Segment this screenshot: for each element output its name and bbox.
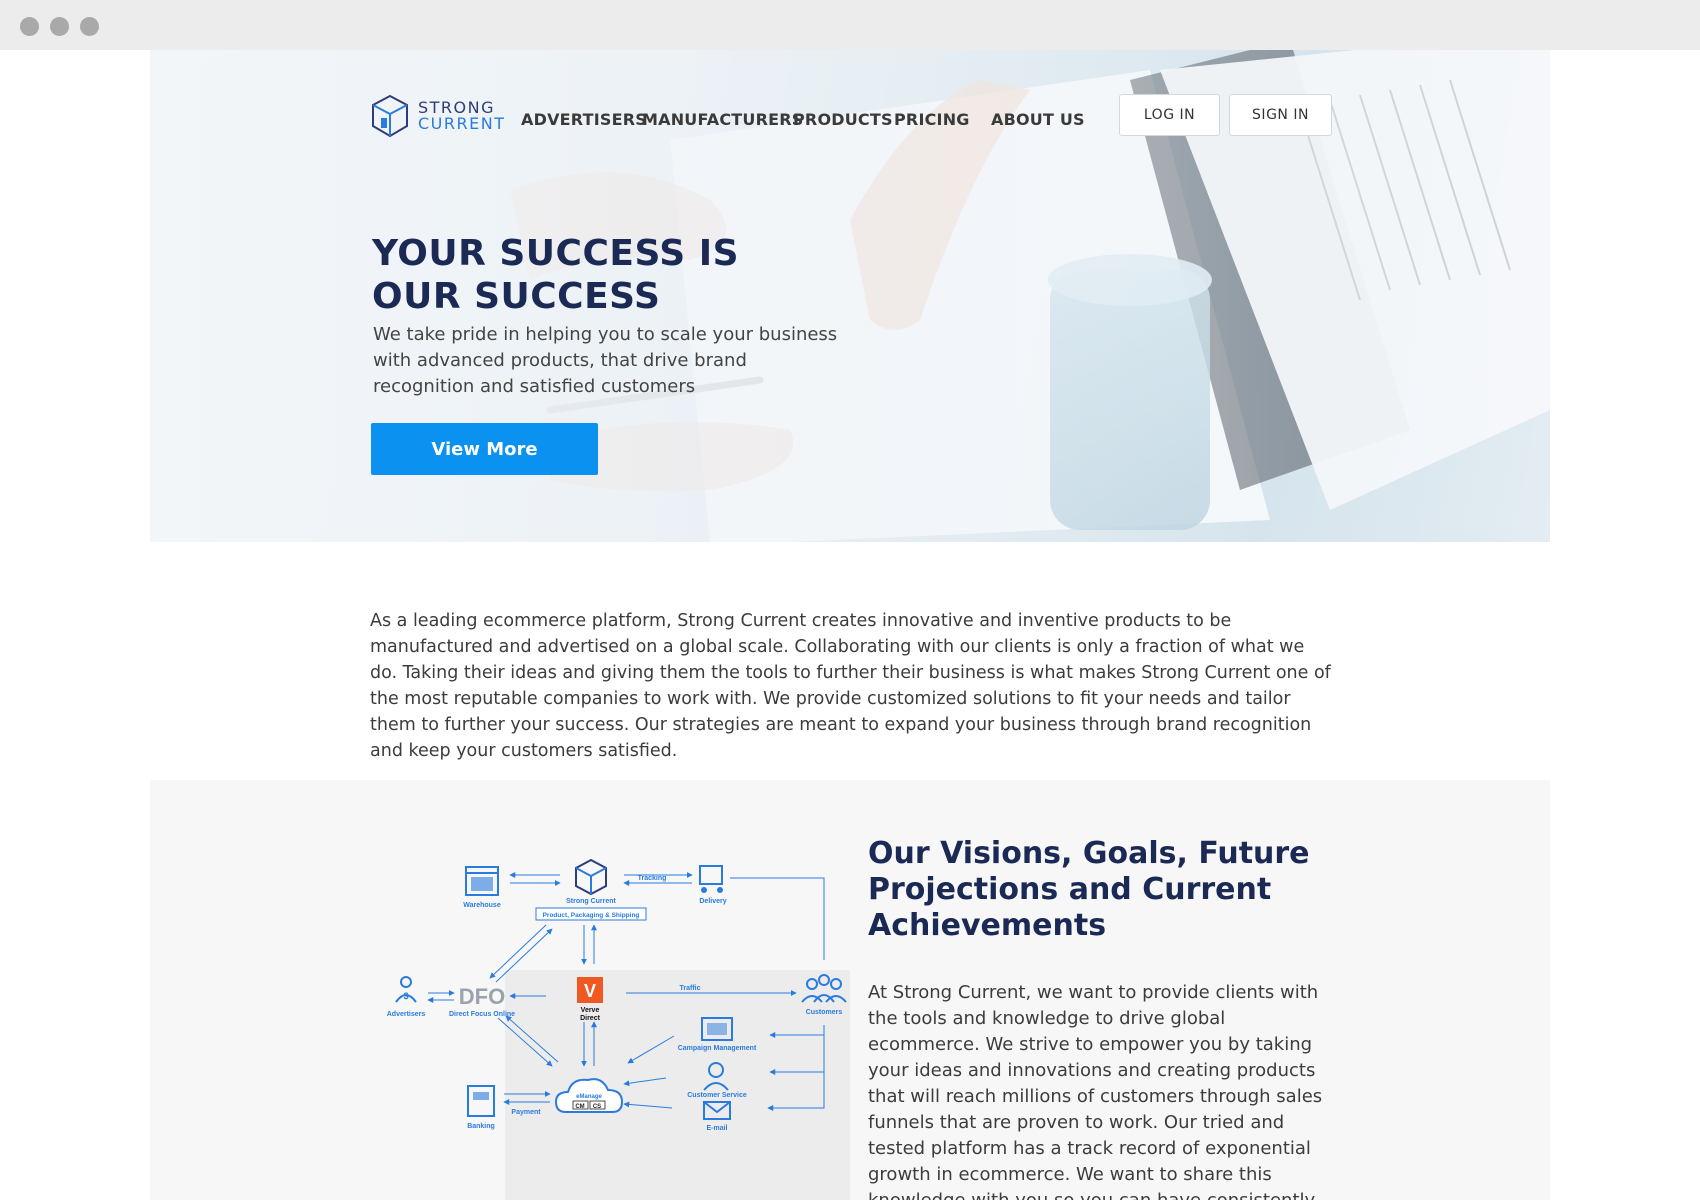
diagram-shaded-panel	[505, 970, 850, 1200]
browser-chrome	[0, 0, 1700, 50]
svg-text:$: $	[403, 991, 408, 1001]
payment-label: Payment	[511, 1109, 541, 1116]
warehouse-icon	[465, 866, 499, 896]
vision-body: At Strong Current, we want to provide cl…	[868, 982, 1323, 1200]
signin-button[interactable]: SIGN IN	[1229, 94, 1332, 136]
emanage-label: eManage	[576, 1094, 602, 1100]
svg-text:V: V	[584, 981, 596, 1001]
warehouse-label: Warehouse	[463, 902, 501, 909]
cube-logo-icon	[372, 94, 408, 138]
banking-icon	[467, 1085, 495, 1117]
nav-link-pricing[interactable]: PRICING	[894, 110, 970, 129]
pps-label: Product, Packaging & Shipping	[543, 912, 640, 919]
customer-service-label: Customer Service	[687, 1092, 747, 1099]
hero-section: STRONG CURRENT ADVERTISERS MANUFACTURERS…	[150, 50, 1550, 542]
email-label: E-mail	[706, 1125, 727, 1132]
hero-title-line-2: OUR SUCCESS	[372, 276, 661, 317]
dfo-logo: DFO	[459, 984, 505, 1009]
cm-label: CM	[575, 1104, 584, 1110]
hero-title: YOUR SUCCESS IS OUR SUCCESS	[372, 232, 739, 318]
nav-link-about-us[interactable]: ABOUT US	[991, 110, 1085, 129]
nav-link-products[interactable]: PRODUCTS	[793, 110, 893, 129]
verve-direct-logo-icon: V	[577, 977, 603, 1003]
traffic-label: Traffic	[679, 985, 700, 992]
strong-current-node-icon	[575, 858, 607, 896]
view-more-button[interactable]: View More	[371, 423, 598, 475]
strong-current-logo[interactable]: STRONG CURRENT	[370, 94, 510, 142]
delivery-icon	[699, 865, 723, 893]
vision-title: Our Visions, Goals, Future Projections a…	[868, 836, 1310, 943]
tracking-label: Tracking	[638, 875, 667, 882]
window-maximize-dot[interactable]	[80, 17, 99, 36]
verve-label-line-1: Verve	[581, 1007, 600, 1014]
intro-paragraph: As a leading ecommerce platform, Strong …	[370, 611, 1331, 761]
login-button[interactable]: LOG IN	[1119, 94, 1220, 136]
vision-section: Warehouse Strong Current Product, Packag…	[150, 780, 1550, 1200]
strong-current-label: Strong Current	[566, 898, 616, 905]
window-close-dot[interactable]	[20, 17, 39, 36]
campaign-management-label: Campaign Management	[678, 1045, 757, 1052]
hero-title-line-1: YOUR SUCCESS IS	[372, 233, 740, 274]
window-minimize-dot[interactable]	[50, 17, 69, 36]
verve-label-line-2: Direct	[580, 1015, 601, 1022]
banking-label: Banking	[467, 1123, 495, 1130]
hero-subtitle: We take pride in helping you to scale yo…	[373, 324, 838, 397]
nav-link-manufacturers[interactable]: MANUFACTURERS	[642, 110, 804, 129]
customers-label: Customers	[806, 1009, 843, 1016]
dfo-label: Direct Focus Online	[449, 1011, 515, 1018]
advertisers-icon: $	[395, 976, 417, 1003]
nav-link-advertisers[interactable]: ADVERTISERS	[521, 110, 647, 129]
logo-text-current: CURRENT	[418, 114, 506, 133]
main-navigation: STRONG CURRENT ADVERTISERS MANUFACTURERS…	[370, 94, 1332, 144]
advertisers-label: Advertisers	[387, 1011, 426, 1018]
cs-label: CS	[593, 1104, 601, 1110]
delivery-label: Delivery	[699, 898, 726, 905]
ecommerce-flow-diagram: Warehouse Strong Current Product, Packag…	[387, 858, 850, 1200]
